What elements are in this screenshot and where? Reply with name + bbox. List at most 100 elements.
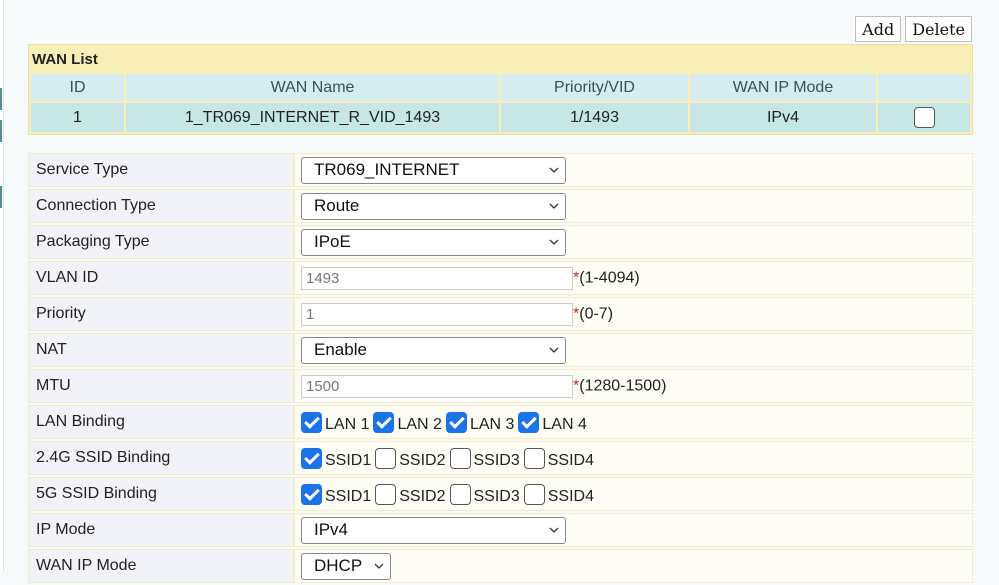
toolbar: Add Delete (855, 16, 972, 42)
col-header-wan-ip-mode: WAN IP Mode (690, 74, 876, 101)
option-label: SSID2 (399, 488, 446, 505)
form-row-vlan-id: VLAN ID 1493 *(1-4094) (28, 261, 973, 295)
cell-priority-vid: 1/1493 (501, 103, 688, 132)
chevron-down-icon (549, 527, 559, 533)
form-row-connection-type: Connection Type Route (28, 189, 973, 223)
packaging-type-label: Packaging Type (28, 225, 294, 259)
ip-mode-label: IP Mode (28, 513, 294, 547)
table-row[interactable]: 1 1_TR069_INTERNET_R_VID_1493 1/1493 IPv… (31, 103, 970, 132)
ssid24-option[interactable]: SSID4 (523, 446, 594, 470)
ssid24-option[interactable]: SSID3 (449, 446, 520, 470)
option-label: SSID2 (399, 452, 446, 469)
option-label: LAN 4 (542, 416, 587, 433)
edge-marker (0, 186, 2, 208)
service-type-select[interactable]: TR069_INTERNET (301, 156, 566, 184)
lan-binding-option[interactable]: LAN 1 (301, 410, 369, 434)
ip-mode-select[interactable]: IPv4 (301, 516, 566, 544)
checkbox-icon[interactable] (518, 411, 540, 433)
connection-type-select[interactable]: Route (301, 192, 566, 220)
wan-ip-mode-label: WAN IP Mode (28, 549, 294, 583)
mtu-range-hint: (1280-1500) (579, 377, 667, 394)
priority-label: Priority (28, 297, 294, 331)
form-row-ssid24-binding: 2.4G SSID Binding SSID1 SSID2 SSID3 SSID… (28, 441, 973, 475)
mtu-input[interactable]: 1500 (301, 374, 573, 398)
connection-type-value: Route (314, 196, 360, 215)
checkbox-icon[interactable] (523, 483, 545, 505)
lan-binding-option[interactable]: LAN 4 (518, 410, 587, 434)
mtu-label: MTU (28, 369, 294, 403)
ssid24-option[interactable]: SSID2 (375, 446, 446, 470)
checkbox-icon[interactable] (375, 447, 397, 469)
form-row-ip-mode: IP Mode IPv4 (28, 513, 973, 547)
col-header-priority-vid: Priority/VID (501, 74, 688, 101)
vlan-id-input[interactable]: 1493 (301, 266, 573, 290)
connection-type-label: Connection Type (28, 189, 294, 223)
col-header-id: ID (31, 74, 124, 101)
checkbox-icon[interactable] (301, 411, 322, 433)
ssid5-option[interactable]: SSID4 (523, 482, 594, 506)
left-edge-bar (0, 0, 4, 572)
ssid24-binding-label: 2.4G SSID Binding (28, 441, 294, 475)
checkbox-icon[interactable] (523, 447, 545, 469)
chevron-down-icon (549, 167, 559, 173)
chevron-down-icon (549, 203, 559, 209)
checkbox-icon[interactable] (373, 411, 395, 433)
ssid5-option[interactable]: SSID1 (301, 482, 371, 506)
col-header-select (878, 74, 970, 101)
lan-binding-option[interactable]: LAN 3 (445, 410, 515, 434)
option-label: SSID3 (473, 452, 520, 469)
cell-select (878, 103, 970, 132)
vlan-id-label: VLAN ID (28, 261, 294, 295)
checkbox-icon[interactable] (445, 411, 467, 433)
col-header-wan-name: WAN Name (126, 74, 499, 101)
nat-label: NAT (28, 333, 294, 367)
form-row-ssid5-binding: 5G SSID Binding SSID1 SSID2 SSID3 SSID4 (28, 477, 973, 511)
delete-button[interactable]: Delete (905, 16, 972, 42)
checkbox-icon[interactable] (449, 483, 471, 505)
packaging-type-select[interactable]: IPoE (301, 228, 566, 256)
row-select-checkbox[interactable] (913, 107, 935, 128)
ip-mode-value: IPv4 (314, 520, 349, 539)
wan-list-title: WAN List (32, 51, 98, 68)
chevron-down-icon (549, 239, 559, 245)
priority-range-hint: (0-7) (579, 305, 614, 322)
form-row-priority: Priority 1 *(0-7) (28, 297, 973, 331)
edge-marker (0, 120, 2, 142)
nat-value: Enable (314, 340, 367, 359)
option-label: SSID4 (547, 488, 594, 505)
cell-id: 1 (31, 103, 124, 132)
form-row-packaging-type: Packaging Type IPoE (28, 225, 973, 259)
form-row-mtu: MTU 1500 *(1280-1500) (28, 369, 973, 403)
cell-wan-name: 1_TR069_INTERNET_R_VID_1493 (126, 103, 499, 132)
wan-ip-mode-value: DHCP (314, 556, 363, 575)
wan-list-table: ID WAN Name Priority/VID WAN IP Mode 1 1… (29, 72, 972, 134)
checkbox-icon[interactable] (449, 447, 471, 469)
service-type-label: Service Type (28, 153, 294, 187)
option-label: SSID1 (325, 452, 372, 469)
option-label: SSID4 (547, 452, 594, 469)
cell-wan-ip-mode: IPv4 (690, 103, 876, 132)
ssid24-option[interactable]: SSID1 (301, 446, 371, 470)
ssid5-option[interactable]: SSID2 (375, 482, 446, 506)
chevron-down-icon (374, 563, 384, 569)
option-label: LAN 2 (397, 416, 442, 433)
wan-ip-mode-select[interactable]: DHCP (301, 552, 391, 580)
ssid5-option[interactable]: SSID3 (449, 482, 520, 506)
option-label: SSID3 (473, 488, 520, 505)
option-label: LAN 1 (325, 416, 370, 433)
edge-marker (0, 88, 2, 110)
add-button[interactable]: Add (855, 16, 902, 42)
ssid5-binding-label: 5G SSID Binding (28, 477, 294, 511)
checkbox-icon[interactable] (375, 483, 397, 505)
wan-config-form: Service Type TR069_INTERNET Connection T… (28, 151, 973, 585)
option-label: LAN 3 (469, 416, 515, 433)
priority-input[interactable]: 1 (301, 302, 573, 326)
form-row-service-type: Service Type TR069_INTERNET (28, 153, 973, 187)
lan-binding-option[interactable]: LAN 2 (373, 410, 442, 434)
form-row-nat: NAT Enable (28, 333, 973, 367)
option-label: SSID1 (325, 488, 372, 505)
nat-select[interactable]: Enable (301, 336, 566, 364)
checkbox-icon[interactable] (301, 447, 322, 469)
wan-list-panel: WAN List ID WAN Name Priority/VID WAN IP… (28, 44, 973, 135)
checkbox-icon[interactable] (301, 483, 322, 505)
